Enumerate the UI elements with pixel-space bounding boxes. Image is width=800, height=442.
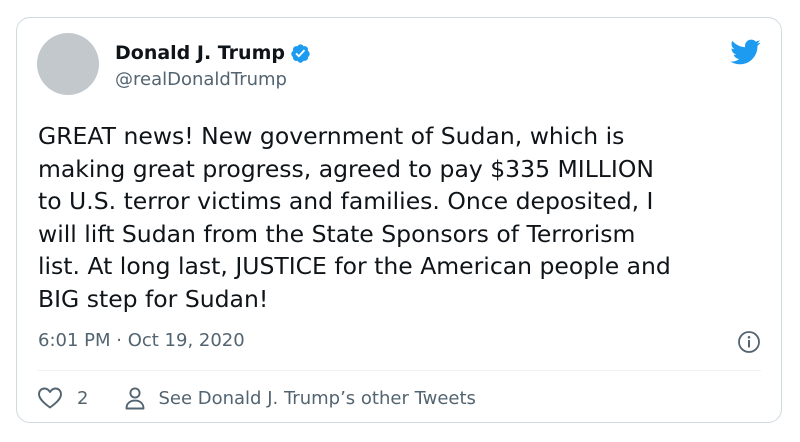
person-icon[interactable] [124,386,146,410]
author-name-row[interactable]: Donald J. Trump [115,40,311,66]
heart-icon[interactable] [37,386,63,410]
verified-badge-icon [291,43,310,63]
tweet-timestamp[interactable]: 6:01 PM · Oct 19, 2020 [38,330,245,351]
twitter-bird-icon[interactable] [729,38,761,66]
tweet-actions: 2 See Donald J. Trump’s other Tweets [37,386,476,410]
see-other-tweets-link[interactable]: See Donald J. Trump’s other Tweets [158,388,475,409]
avatar[interactable] [37,33,99,95]
author-handle[interactable]: @realDonaldTrump [115,69,287,90]
info-icon[interactable] [737,330,761,354]
tweet-text: GREAT news! New government of Sudan, whi… [38,122,671,313]
like-count[interactable]: 2 [77,388,88,409]
tweet-card[interactable]: Donald J. Trump @realDonaldTrump GREAT n… [16,17,782,423]
author-display-name[interactable]: Donald J. Trump [115,42,285,64]
divider [37,370,761,371]
